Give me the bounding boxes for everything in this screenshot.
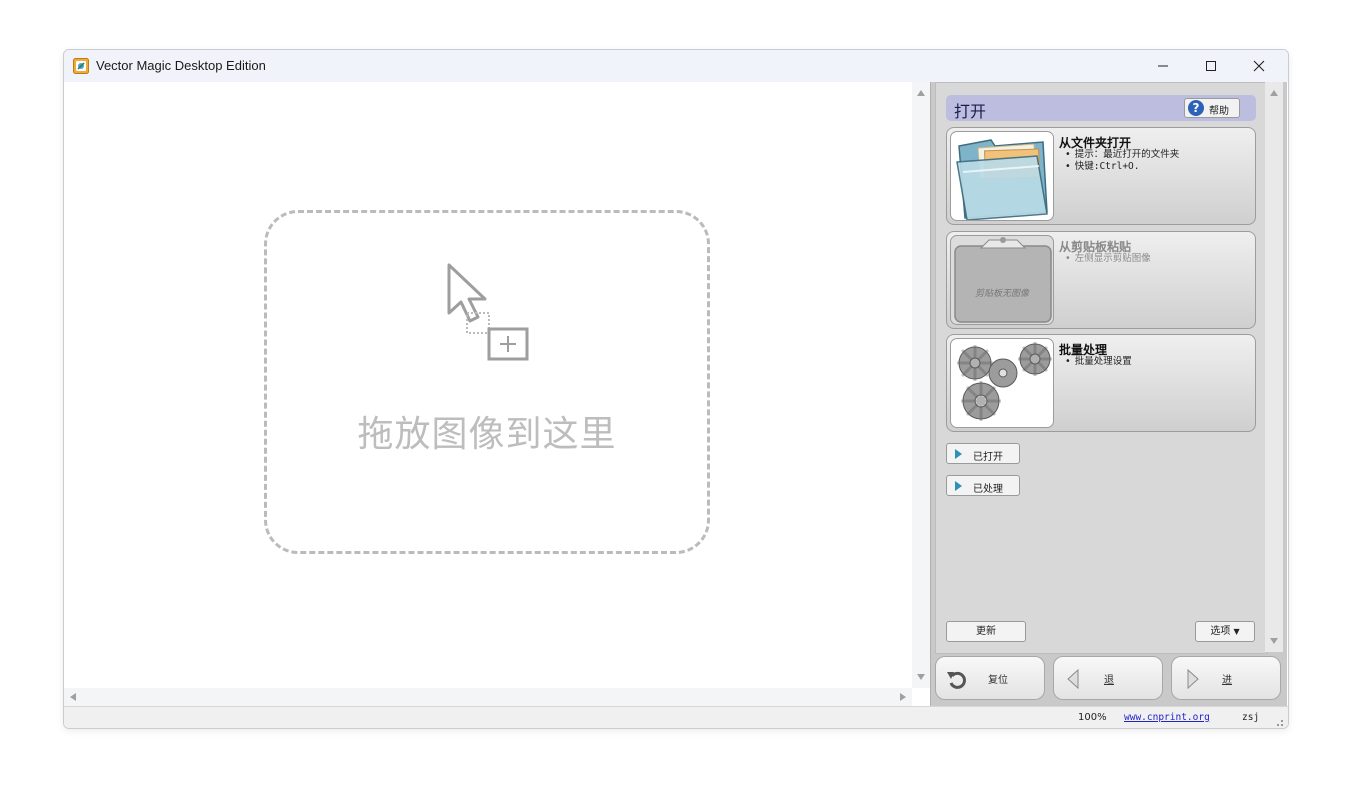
chevron-down-icon: ▼: [1233, 627, 1240, 636]
help-button[interactable]: ? 帮助: [1184, 98, 1240, 118]
canvas-horizontal-scrollbar[interactable]: [64, 688, 912, 706]
card-bullets: 批量处理设置: [1065, 356, 1132, 368]
scroll-up-icon[interactable]: [916, 88, 926, 98]
options-label: 选项: [1210, 626, 1231, 637]
card-bullets: 左侧显示剪贴图像: [1065, 253, 1151, 265]
next-label: 进: [1222, 675, 1232, 686]
help-icon: ?: [1188, 100, 1204, 116]
card-bullets: 提示：最近打开的文件夹 快键:Ctrl+O.: [1065, 149, 1180, 173]
scroll-left-icon[interactable]: [68, 692, 78, 702]
reset-button[interactable]: 复位: [935, 656, 1045, 700]
maximize-button[interactable]: [1188, 50, 1234, 82]
resize-grip-icon[interactable]: [1272, 715, 1284, 727]
minimize-icon: [1158, 65, 1168, 67]
options-button[interactable]: 选项 ▼: [1195, 621, 1255, 642]
folder-icon: [956, 139, 1048, 220]
side-panel: 打开 ? 帮助 从文件夹打开 • 提示：最近打开的文件夹 • 快键:Ctrl+O…: [930, 82, 1287, 706]
back-label: 退: [1104, 675, 1114, 686]
scroll-up-icon[interactable]: [1269, 88, 1279, 98]
user-name: zsj: [1242, 712, 1260, 723]
panel-content: 打开 ? 帮助 从文件夹打开 • 提示：最近打开的文件夹 • 快键:Ctrl+O…: [935, 82, 1267, 654]
panel-vertical-scrollbar[interactable]: [1265, 82, 1283, 652]
section-label: 已处理: [973, 484, 1003, 495]
app-icon: [73, 58, 89, 74]
close-icon: [1253, 60, 1265, 72]
scroll-down-icon[interactable]: [1269, 636, 1279, 646]
scroll-down-icon[interactable]: [916, 672, 926, 682]
paste-from-clipboard-card[interactable]: 剪贴板无图像 从剪贴板粘贴 左侧显示剪贴图像: [946, 231, 1256, 329]
card-bullet: 左侧显示剪贴图像: [1065, 253, 1151, 265]
opened-section-toggle[interactable]: 已打开: [946, 443, 1020, 464]
app-window: Vector Magic Desktop Edition 拖放图像到这里 打开 …: [63, 49, 1289, 729]
undo-icon: [947, 671, 966, 689]
maximize-icon: [1206, 61, 1216, 71]
folder-thumbnail: [950, 131, 1054, 221]
arrow-left-icon: [1067, 668, 1079, 690]
open-from-folder-card[interactable]: 从文件夹打开 提示：最近打开的文件夹 快键:Ctrl+O.: [946, 127, 1256, 225]
canvas-vertical-scrollbar[interactable]: [912, 82, 930, 688]
zoom-level: 100%: [1078, 712, 1107, 723]
gears-thumbnail: [950, 338, 1054, 428]
image-canvas[interactable]: 拖放图像到这里: [64, 82, 912, 688]
section-label: 已打开: [973, 452, 1003, 463]
title-bar: Vector Magic Desktop Edition: [64, 50, 1288, 82]
expand-triangle-icon: [955, 449, 962, 459]
window-title: Vector Magic Desktop Edition: [96, 58, 266, 73]
help-label: 帮助: [1209, 106, 1229, 117]
next-button[interactable]: 进: [1171, 656, 1281, 700]
minimize-button[interactable]: [1140, 50, 1186, 82]
drop-hint-text: 拖放图像到这里: [357, 414, 617, 455]
drop-cursor-icon: [447, 263, 529, 361]
card-bullet: 提示：最近打开的文件夹: [1065, 149, 1180, 161]
panel-header: 打开 ? 帮助: [946, 95, 1256, 121]
card-bullet: 批量处理设置: [1065, 356, 1132, 368]
arrow-right-icon: [1187, 668, 1199, 690]
batch-processing-card[interactable]: 批量处理 批量处理设置: [946, 334, 1256, 432]
scroll-right-icon[interactable]: [898, 692, 908, 702]
clipboard-thumbnail: 剪贴板无图像: [950, 235, 1054, 325]
expand-triangle-icon: [955, 481, 962, 491]
drop-zone[interactable]: 拖放图像到这里: [264, 210, 710, 554]
status-bar: 100% www.cnprint.org zsj: [64, 706, 1288, 728]
back-button[interactable]: 退: [1053, 656, 1163, 700]
clipboard-icon: [954, 237, 1052, 323]
clipboard-empty-text: 剪贴板无图像: [974, 289, 1029, 299]
website-link[interactable]: www.cnprint.org: [1124, 712, 1210, 723]
panel-title: 打开: [954, 102, 987, 121]
gears-icon: [957, 342, 1052, 421]
processed-section-toggle[interactable]: 已处理: [946, 475, 1020, 496]
update-button[interactable]: 更新: [946, 621, 1026, 642]
card-bullet: 快键:Ctrl+O.: [1065, 161, 1179, 173]
reset-label: 复位: [988, 675, 1008, 686]
close-button[interactable]: [1236, 50, 1282, 82]
